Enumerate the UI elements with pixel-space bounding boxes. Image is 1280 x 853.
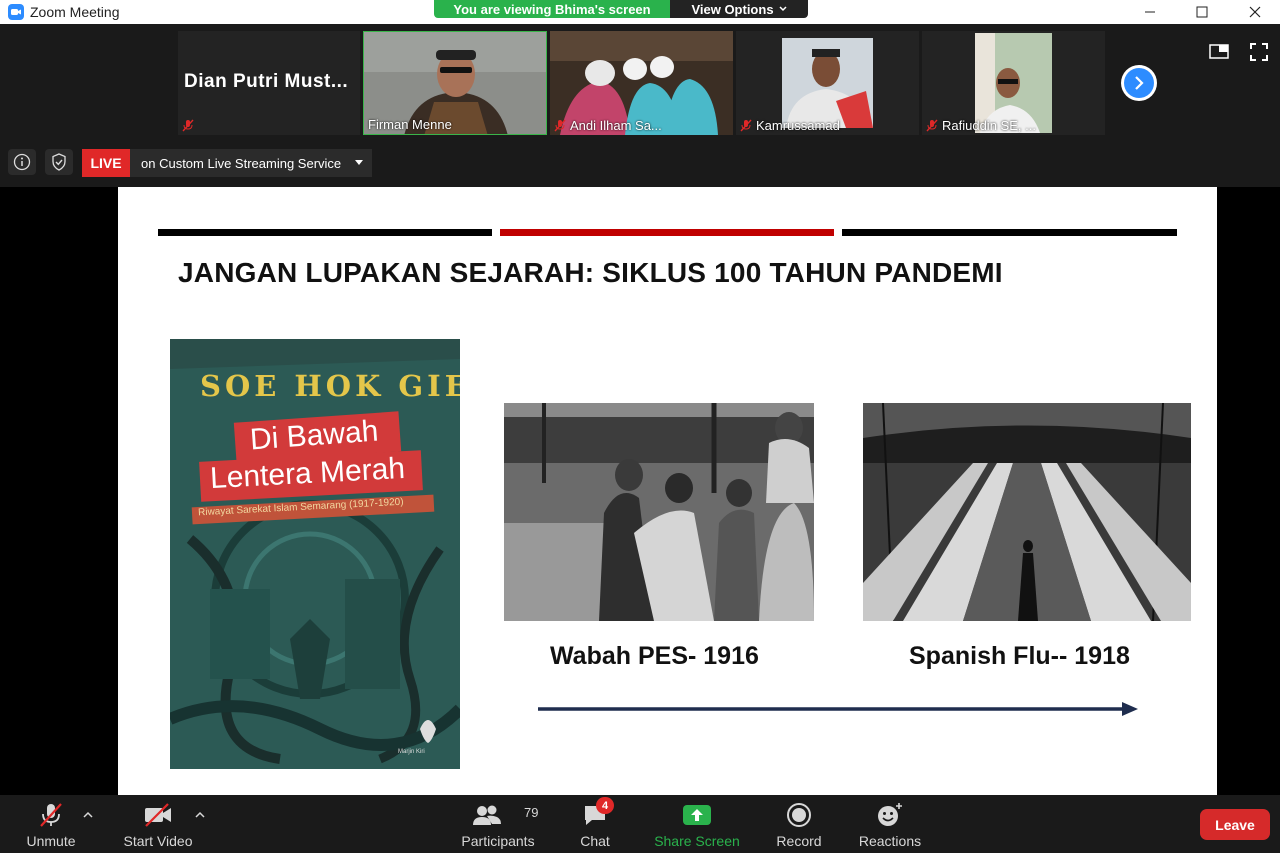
participant-status	[178, 117, 198, 133]
participant-name: Andi Ilham Sa...	[570, 117, 662, 133]
mic-muted-icon	[926, 119, 938, 131]
share-screen-icon	[683, 805, 711, 825]
reactions-icon	[878, 803, 902, 826]
slide-top-bar	[500, 229, 834, 236]
participant-name: Rafiuddin SE, ...	[942, 117, 1036, 133]
caption-spanish-flu: Spanish Flu-- 1918	[909, 642, 1130, 670]
leave-button[interactable]: Leave	[1200, 809, 1270, 840]
meeting-header: Dian Putri Must... Firman Menne Andi Ilh…	[0, 24, 1280, 187]
participant-tile-3[interactable]: Kamrussamad	[736, 31, 919, 135]
participant-tile-0[interactable]: Dian Putri Must...	[178, 31, 360, 135]
minimize-icon	[1145, 11, 1155, 13]
view-options-button[interactable]: View Options	[670, 0, 808, 18]
participants-button[interactable]: 79 Participants	[458, 795, 538, 853]
reactions-label: Reactions	[858, 833, 922, 849]
zoom-app-icon	[8, 4, 24, 20]
maximize-button[interactable]	[1179, 0, 1225, 24]
book-cover-art	[170, 339, 460, 769]
live-streaming-dropdown[interactable]: on Custom Live Streaming Service	[130, 149, 372, 177]
next-page-button[interactable]	[1121, 65, 1157, 101]
participant-tile-2[interactable]: Andi Ilham Sa...	[550, 31, 733, 135]
book-author: SOE HOK GIE	[200, 369, 460, 403]
participant-status: Kamrussamad	[736, 117, 844, 133]
chevron-down-icon	[779, 6, 787, 12]
chat-label: Chat	[580, 833, 610, 849]
participants-icon	[473, 805, 501, 825]
spanish-flu-photo-art	[863, 403, 1191, 621]
security-info-button[interactable]	[45, 149, 73, 175]
chat-button[interactable]: 4 Chat	[575, 795, 615, 853]
unmute-label: Unmute	[26, 833, 76, 849]
plague-photo-art	[504, 403, 814, 621]
live-badge: LIVE	[82, 149, 130, 177]
meeting-toolbar: Unmute Start Video 79 Participants 4 Cha…	[0, 795, 1280, 853]
audio-options-chevron-icon[interactable]	[83, 811, 93, 819]
mic-muted-icon	[740, 119, 752, 131]
participant-tile-4[interactable]: Rafiuddin SE, ...	[922, 31, 1105, 135]
live-streaming-label: on Custom Live Streaming Service	[141, 155, 342, 171]
participant-status: Firman Menne	[364, 116, 456, 132]
chevron-right-icon	[1135, 76, 1144, 90]
participant-name: Kamrussamad	[756, 117, 840, 133]
meeting-info-button[interactable]	[8, 149, 36, 175]
share-screen-label: Share Screen	[654, 833, 740, 849]
fullscreen-icon[interactable]	[1249, 42, 1269, 62]
participants-count: 79	[524, 805, 539, 820]
mic-muted-icon	[554, 119, 566, 131]
spanish-flu-photo	[863, 403, 1191, 621]
participant-tile-1[interactable]: Firman Menne	[363, 31, 547, 135]
participants-label: Participants	[461, 833, 535, 849]
timeline-arrow	[538, 702, 1138, 716]
record-icon	[787, 803, 811, 827]
participant-name-large: Dian Putri Must...	[184, 71, 349, 92]
view-options-label: View Options	[691, 1, 774, 17]
caption-plague: Wabah PES- 1916	[550, 642, 759, 670]
record-button[interactable]: Record	[774, 795, 824, 853]
mic-muted-icon	[40, 803, 62, 827]
participant-status: Andi Ilham Sa...	[550, 117, 666, 133]
info-icon	[13, 153, 31, 171]
start-video-button[interactable]: Start Video	[118, 795, 198, 853]
close-icon	[1249, 6, 1261, 18]
reactions-button[interactable]: Reactions	[856, 795, 924, 853]
presentation-slide: JANGAN LUPAKAN SEJARAH: SIKLUS 100 TAHUN…	[118, 187, 1217, 795]
start-video-label: Start Video	[123, 833, 193, 849]
record-label: Record	[776, 833, 822, 849]
viewing-screen-banner: You are viewing Bhima's screen View Opti…	[434, 0, 808, 18]
participant-status: Rafiuddin SE, ...	[922, 117, 1040, 133]
shared-screen: JANGAN LUPAKAN SEJARAH: SIKLUS 100 TAHUN…	[0, 187, 1280, 795]
video-options-chevron-icon[interactable]	[195, 811, 205, 819]
window-title: Zoom Meeting	[30, 4, 120, 20]
slide-top-bar	[158, 229, 492, 236]
gallery-view-icon[interactable]	[1209, 42, 1229, 62]
mic-muted-icon	[182, 119, 194, 131]
book-publisher: Marjin Kiri	[398, 749, 425, 755]
chat-unread-badge: 4	[596, 797, 614, 814]
dropdown-caret-icon	[355, 160, 363, 165]
plague-photo	[504, 403, 814, 621]
unmute-button[interactable]: Unmute	[18, 795, 84, 853]
slide-top-bar	[842, 229, 1177, 236]
video-off-icon	[145, 803, 171, 827]
book-cover-image: SOE HOK GIE Di Bawah Lentera Merah Riway…	[170, 339, 460, 769]
shield-icon	[52, 153, 66, 171]
slide-title: JANGAN LUPAKAN SEJARAH: SIKLUS 100 TAHUN…	[178, 257, 1003, 288]
viewing-banner-text: You are viewing Bhima's screen	[434, 0, 670, 18]
participant-name: Firman Menne	[368, 116, 452, 132]
close-button[interactable]	[1232, 0, 1278, 24]
maximize-icon	[1196, 6, 1208, 18]
share-screen-button[interactable]: Share Screen	[652, 795, 742, 853]
minimize-button[interactable]	[1127, 0, 1173, 24]
